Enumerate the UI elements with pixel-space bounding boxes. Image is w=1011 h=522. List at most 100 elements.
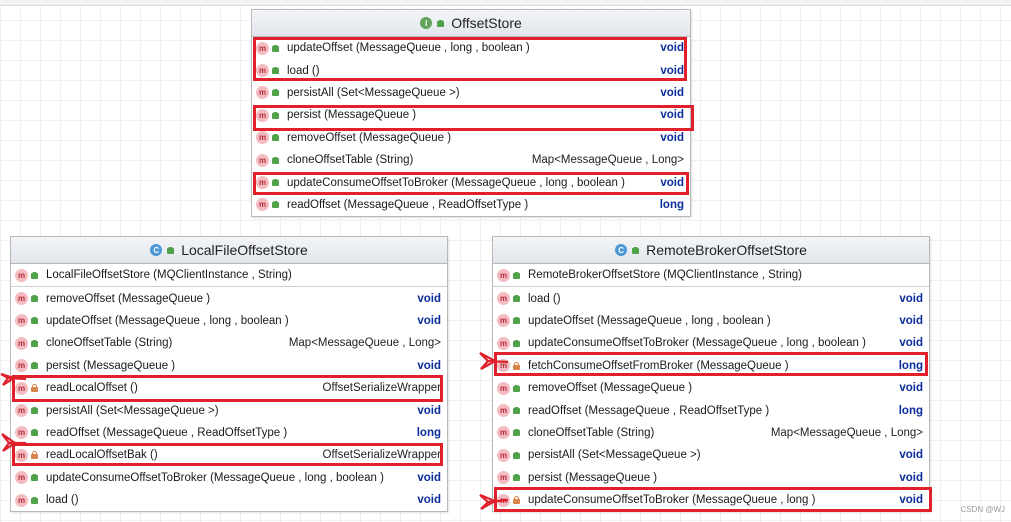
method-row[interactable]: m persist (MessageQueue ) void <box>11 355 447 377</box>
public-visibility-icon <box>272 201 279 209</box>
method-row[interactable]: m load () void <box>252 59 690 81</box>
return-type: void <box>660 109 684 122</box>
method-row[interactable]: m readLocalOffset () OffsetSerializeWrappe… <box>11 377 447 399</box>
class-box-offset-store[interactable]: I OffsetStore m updateOffset (MessageQueu… <box>251 9 691 217</box>
method-row[interactable]: m readOffset (MessageQueue , ReadOffsetTy… <box>252 194 690 216</box>
return-type: void <box>899 494 923 507</box>
method-row[interactable]: m persist (MessageQueue ) void <box>493 467 929 489</box>
method-row[interactable]: m cloneOffsetTable (String) Map<MessageQue… <box>252 149 690 171</box>
method-icon: m <box>256 153 269 167</box>
class-box-local-file-offset-store[interactable]: C LocalFileOffsetStore m LocalFileOffsetS… <box>10 236 448 512</box>
arrow-icon <box>479 493 509 510</box>
method-signature: updateConsumeOffsetToBroker (MessageQueu… <box>287 176 625 189</box>
method-icon: m <box>15 471 28 485</box>
return-type: void <box>899 471 923 484</box>
method-row[interactable]: m removeOffset (MessageQueue ) void <box>493 377 929 399</box>
public-visibility-icon <box>513 451 520 459</box>
return-type: Map<MessageQueue , Long> <box>531 154 684 167</box>
return-type: void <box>899 337 923 350</box>
public-visibility-icon <box>31 295 38 303</box>
return-type: long <box>659 198 684 211</box>
return-type: void <box>660 86 684 99</box>
method-row[interactable]: m persistAll (Set<MessageQueue >) void <box>252 82 690 104</box>
method-signature: removeOffset (MessageQueue ) <box>46 292 211 305</box>
return-type: void <box>417 314 441 327</box>
method-row[interactable]: m updateConsumeOffsetToBroker (MessageQue… <box>493 489 929 511</box>
method-row[interactable]: m updateOffset (MessageQueue , long , boo… <box>493 310 929 332</box>
return-type: OffsetSerializeWrapper <box>322 382 441 395</box>
class-box-remote-broker-offset-store[interactable]: C RemoteBrokerOffsetStore m RemoteBrokerO… <box>492 236 930 512</box>
public-visibility-icon <box>31 317 38 325</box>
method-row[interactable]: m RemoteBrokerOffsetStore (MQClientInstan… <box>493 264 929 288</box>
private-lock-icon <box>31 384 38 393</box>
method-row[interactable]: m persistAll (Set<MessageQueue >) void <box>11 399 447 421</box>
method-icon: m <box>256 41 269 55</box>
method-signature: cloneOffsetTable (String) <box>46 337 173 350</box>
method-signature: persistAll (Set<MessageQueue >) <box>46 404 219 417</box>
method-icon: m <box>497 448 510 462</box>
method-row[interactable]: m LocalFileOffsetStore (MQClientInstance … <box>11 264 447 288</box>
public-visibility-icon <box>513 339 520 347</box>
method-row[interactable]: m updateConsumeOffsetToBroker (MessageQue… <box>493 332 929 354</box>
method-row[interactable]: m cloneOffsetTable (String) Map<MessageQue… <box>11 332 447 354</box>
method-signature: readOffset (MessageQueue , ReadOffsetTyp… <box>287 198 529 211</box>
method-signature: RemoteBrokerOffsetStore (MQClientInstanc… <box>528 269 802 282</box>
method-row[interactable]: m cloneOffsetTable (String) Map<MessageQue… <box>493 422 929 444</box>
method-row[interactable]: m removeOffset (MessageQueue ) void <box>11 287 447 309</box>
method-row[interactable]: m readOffset (MessageQueue , ReadOffsetTy… <box>11 422 447 444</box>
public-visibility-icon <box>272 179 279 187</box>
method-row[interactable]: m load () void <box>11 489 447 511</box>
public-visibility-icon <box>513 429 520 437</box>
return-type: void <box>417 404 441 417</box>
method-row[interactable]: m updateConsumeOffsetToBroker (MessageQue… <box>252 171 690 193</box>
method-signature: cloneOffsetTable (String) <box>287 154 414 167</box>
method-row[interactable]: m load () void <box>493 287 929 309</box>
method-row[interactable]: m persist (MessageQueue ) void <box>252 104 690 126</box>
return-type: OffsetSerializeWrapper <box>322 449 441 462</box>
method-icon: m <box>497 292 510 306</box>
method-row[interactable]: m removeOffset (MessageQueue ) void <box>252 127 690 149</box>
watermark: CSDN @WJ <box>960 505 1005 514</box>
method-signature: persistAll (Set<MessageQueue >) <box>287 86 460 99</box>
method-signature: load () <box>528 292 561 305</box>
return-type: Map<MessageQueue , Long> <box>770 426 923 439</box>
method-row[interactable]: m updateOffset (MessageQueue , long , boo… <box>11 310 447 332</box>
public-visibility-icon <box>167 246 175 254</box>
private-lock-icon <box>513 361 520 370</box>
private-lock-icon <box>513 496 520 505</box>
class-title: OffsetStore <box>451 15 522 31</box>
method-row[interactable]: m fetchConsumeOffsetFromBroker (MessageQu… <box>493 355 929 377</box>
method-signature: removeOffset (MessageQueue ) <box>528 382 693 395</box>
method-icon: m <box>256 86 269 100</box>
public-visibility-icon <box>513 317 520 325</box>
method-signature: updateConsumeOffsetToBroker (MessageQueu… <box>528 494 816 507</box>
method-list: m updateOffset (MessageQueue , long , boo… <box>252 37 690 216</box>
class-header: C RemoteBrokerOffsetStore <box>493 237 929 264</box>
class-icon: C <box>615 244 628 256</box>
public-visibility-icon <box>437 19 445 27</box>
method-signature: updateConsumeOffsetToBroker (MessageQueu… <box>46 471 384 484</box>
method-row[interactable]: m updateOffset (MessageQueue , long , boo… <box>252 37 690 59</box>
method-row[interactable]: m readLocalOffsetBak () OffsetSerializeWra… <box>11 444 447 466</box>
method-row[interactable]: m updateConsumeOffsetToBroker (MessageQue… <box>11 467 447 489</box>
method-signature: updateConsumeOffsetToBroker (MessageQueu… <box>528 337 866 350</box>
method-list: m LocalFileOffsetStore (MQClientInstance … <box>11 264 447 511</box>
return-type: void <box>417 359 441 372</box>
method-list: m RemoteBrokerOffsetStore (MQClientInstan… <box>493 264 929 511</box>
method-icon: m <box>497 471 510 485</box>
class-header: I OffsetStore <box>252 10 690 37</box>
public-visibility-icon <box>513 384 520 392</box>
method-icon: m <box>497 426 510 440</box>
public-visibility-icon <box>31 407 38 415</box>
method-icon: m <box>15 292 28 306</box>
method-signature: fetchConsumeOffsetFromBroker (MessageQue… <box>528 359 789 372</box>
method-signature: cloneOffsetTable (String) <box>528 426 655 439</box>
public-visibility-icon <box>272 111 279 119</box>
method-row[interactable]: m readOffset (MessageQueue , ReadOffsetTy… <box>493 399 929 421</box>
method-row[interactable]: m persistAll (Set<MessageQueue >) void <box>493 444 929 466</box>
method-icon: m <box>497 336 510 350</box>
method-icon: m <box>497 404 510 418</box>
method-signature: updateOffset (MessageQueue , long , bool… <box>287 42 530 55</box>
arrow-icon <box>0 372 27 386</box>
arrow-icon <box>1 433 26 452</box>
